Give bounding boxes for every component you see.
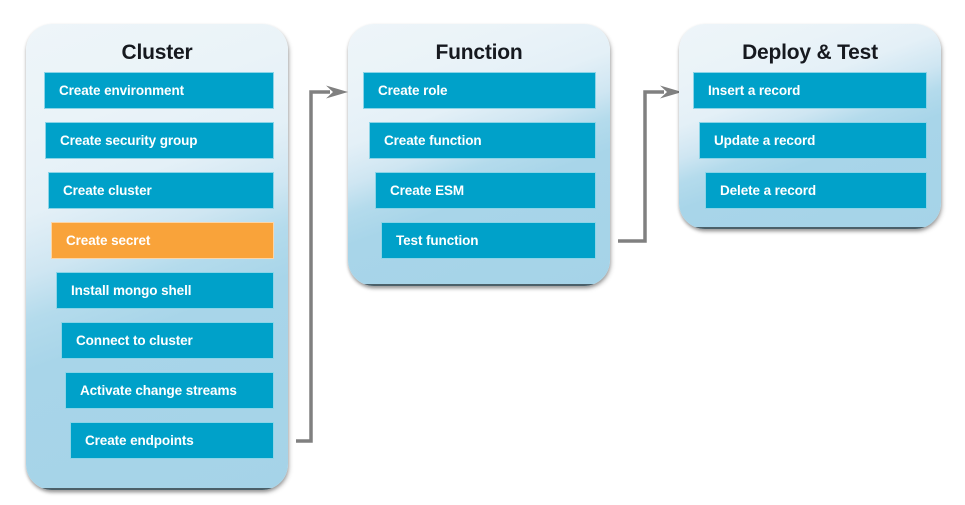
panel-title-function: Function [435, 41, 523, 64]
step-connect-to-cluster[interactable]: Connect to cluster [61, 322, 274, 359]
step-label: Create function [384, 133, 482, 148]
step-label: Delete a record [720, 183, 817, 198]
step-label: Connect to cluster [76, 333, 193, 348]
step-label: Insert a record [708, 83, 801, 98]
step-label: Create environment [59, 83, 184, 98]
step-update-a-record[interactable]: Update a record [699, 122, 927, 159]
step-label: Activate change streams [80, 383, 237, 398]
panel-title-cluster: Cluster [121, 41, 193, 64]
connector-function-to-deploy [618, 90, 664, 243]
step-label: Create secret [66, 233, 151, 248]
step-delete-a-record[interactable]: Delete a record [705, 172, 927, 209]
step-create-esm[interactable]: Create ESM [375, 172, 596, 209]
arrowhead-cluster-to-function [326, 85, 348, 99]
panel-title-deploy-test: Deploy & Test [742, 41, 878, 64]
step-create-secret[interactable]: Create secret [51, 222, 274, 259]
step-install-mongo-shell[interactable]: Install mongo shell [56, 272, 274, 309]
step-label: Create endpoints [85, 433, 194, 448]
step-activate-change-streams[interactable]: Activate change streams [65, 372, 274, 409]
step-create-endpoints[interactable]: Create endpoints [70, 422, 274, 459]
step-label: Create cluster [63, 183, 152, 198]
step-insert-a-record[interactable]: Insert a record [693, 72, 927, 109]
step-create-function[interactable]: Create function [369, 122, 596, 159]
connector-cluster-to-function [296, 90, 330, 443]
step-test-function[interactable]: Test function [381, 222, 596, 259]
step-label: Create role [378, 83, 448, 98]
step-label: Test function [396, 233, 479, 248]
step-create-security-group[interactable]: Create security group [45, 122, 274, 159]
step-label: Create security group [60, 133, 198, 148]
step-label: Create ESM [390, 183, 465, 198]
diagram-canvas: Cluster Create environment Create securi… [0, 0, 965, 505]
step-label: Update a record [714, 133, 816, 148]
step-create-role[interactable]: Create role [363, 72, 596, 109]
step-create-cluster[interactable]: Create cluster [48, 172, 274, 209]
step-label: Install mongo shell [71, 283, 192, 298]
step-create-environment[interactable]: Create environment [44, 72, 274, 109]
